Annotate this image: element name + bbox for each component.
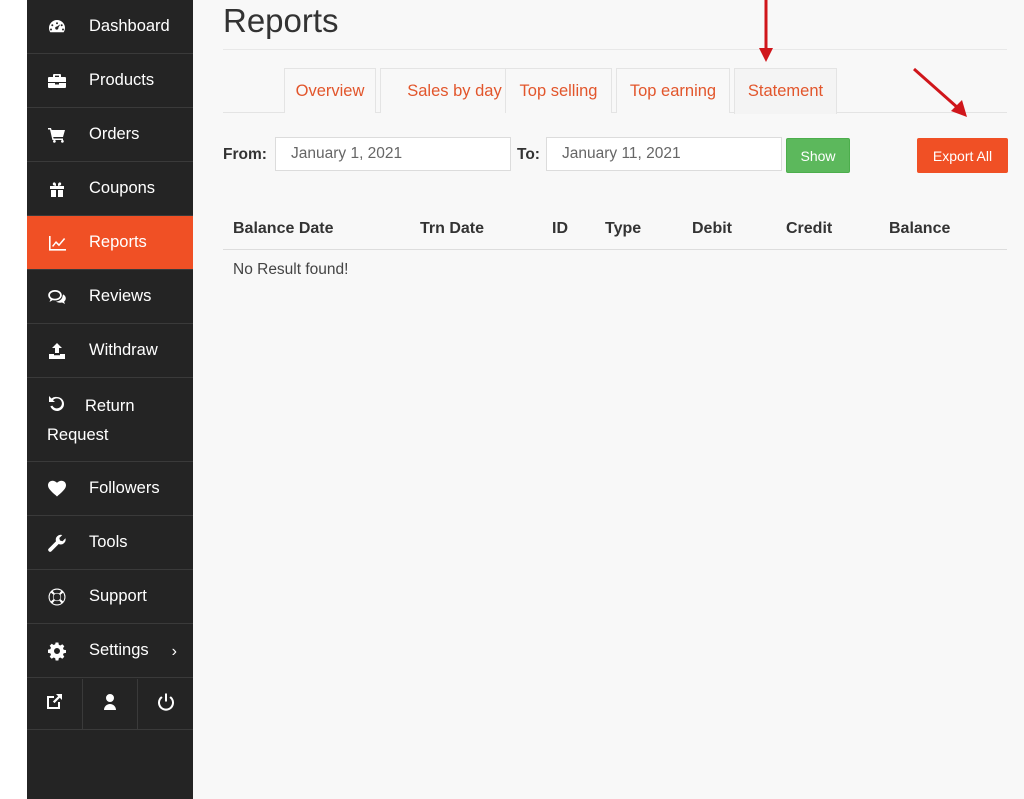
- sidebar-item-label: Return: [85, 397, 135, 415]
- sidebar-item-label: Reports: [89, 233, 147, 251]
- statement-table-header: Balance Date Trn Date ID Type Debit Cred…: [223, 206, 1007, 250]
- chevron-right-icon: ›: [171, 643, 177, 660]
- report-tabs: Overview Sales by day Top selling Top ea…: [223, 68, 1007, 114]
- briefcase-icon: [47, 71, 67, 91]
- upload-icon: [47, 341, 67, 361]
- sidebar-item-orders[interactable]: Orders: [27, 108, 193, 162]
- column-header: Type: [605, 220, 642, 237]
- power-icon: [156, 692, 176, 717]
- tab-top-earning[interactable]: Top earning: [616, 68, 730, 113]
- empty-table-message: No Result found!: [233, 261, 349, 278]
- main-content: Reports Overview Sales by day Top sellin…: [193, 0, 1024, 799]
- sidebar-item-tools[interactable]: Tools: [27, 516, 193, 570]
- column-header: Debit: [692, 220, 732, 237]
- sidebar-item-settings[interactable]: Settings ›: [27, 624, 193, 678]
- from-date-input[interactable]: [275, 137, 511, 171]
- sidebar-item-label-line2: Request: [47, 426, 109, 444]
- gear-icon: [47, 641, 67, 661]
- sidebar-item-label: Dashboard: [89, 17, 170, 35]
- column-header: Balance: [889, 220, 951, 237]
- tab-top-selling[interactable]: Top selling: [505, 68, 612, 113]
- sidebar-item-label: Coupons: [89, 179, 156, 197]
- logout-button[interactable]: [138, 679, 193, 729]
- from-label: From:: [223, 146, 267, 163]
- line-chart-icon: [47, 233, 67, 253]
- user-profile-button[interactable]: [83, 679, 139, 729]
- sidebar-item-label: Tools: [89, 533, 128, 551]
- tab-overview[interactable]: Overview: [284, 68, 376, 113]
- sidebar-item-label: Withdraw: [89, 341, 158, 359]
- sidebar-item-label: Orders: [89, 125, 140, 143]
- to-date-input[interactable]: [546, 137, 782, 171]
- shopping-cart-icon: [47, 125, 67, 145]
- gift-icon: [47, 179, 67, 199]
- sidebar-item-label: Followers: [89, 479, 160, 497]
- external-link-button[interactable]: [27, 679, 83, 729]
- sidebar: Dashboard Products Orders Coupons Report…: [27, 0, 203, 799]
- sidebar-item-label: Settings: [89, 641, 149, 659]
- title-divider: [223, 49, 1007, 50]
- sidebar-bottom-bar: [27, 679, 193, 730]
- sidebar-item-support[interactable]: Support: [27, 570, 193, 624]
- external-link-icon: [44, 692, 64, 717]
- tab-statement[interactable]: Statement: [734, 68, 837, 114]
- to-label: To:: [517, 146, 540, 163]
- column-header: Trn Date: [420, 220, 485, 237]
- column-header: Credit: [786, 220, 833, 237]
- sidebar-item-reports[interactable]: Reports: [27, 216, 203, 270]
- sidebar-item-followers[interactable]: Followers: [27, 462, 193, 516]
- user-icon: [100, 692, 120, 717]
- life-ring-icon: [47, 587, 67, 607]
- dashboard-icon: [47, 17, 67, 37]
- column-header: Balance Date: [233, 220, 334, 237]
- export-all-button[interactable]: Export All: [917, 138, 1008, 173]
- undo-icon: [47, 394, 67, 414]
- sidebar-item-coupons[interactable]: Coupons: [27, 162, 193, 216]
- comments-icon: [47, 287, 67, 307]
- sidebar-item-return-request[interactable]: Return Request: [27, 378, 193, 462]
- sidebar-item-label: Products: [89, 71, 155, 89]
- show-button[interactable]: Show: [786, 138, 850, 173]
- column-header: ID: [552, 220, 568, 237]
- sidebar-item-products[interactable]: Products: [27, 54, 193, 108]
- sidebar-item-dashboard[interactable]: Dashboard: [27, 0, 193, 54]
- page-title: Reports: [223, 2, 339, 39]
- sidebar-item-reviews[interactable]: Reviews: [27, 270, 193, 324]
- wrench-icon: [47, 533, 67, 553]
- sidebar-item-withdraw[interactable]: Withdraw: [27, 324, 193, 378]
- heart-icon: [47, 479, 67, 499]
- sidebar-item-label: Reviews: [89, 287, 152, 305]
- sidebar-item-label: Support: [89, 587, 147, 605]
